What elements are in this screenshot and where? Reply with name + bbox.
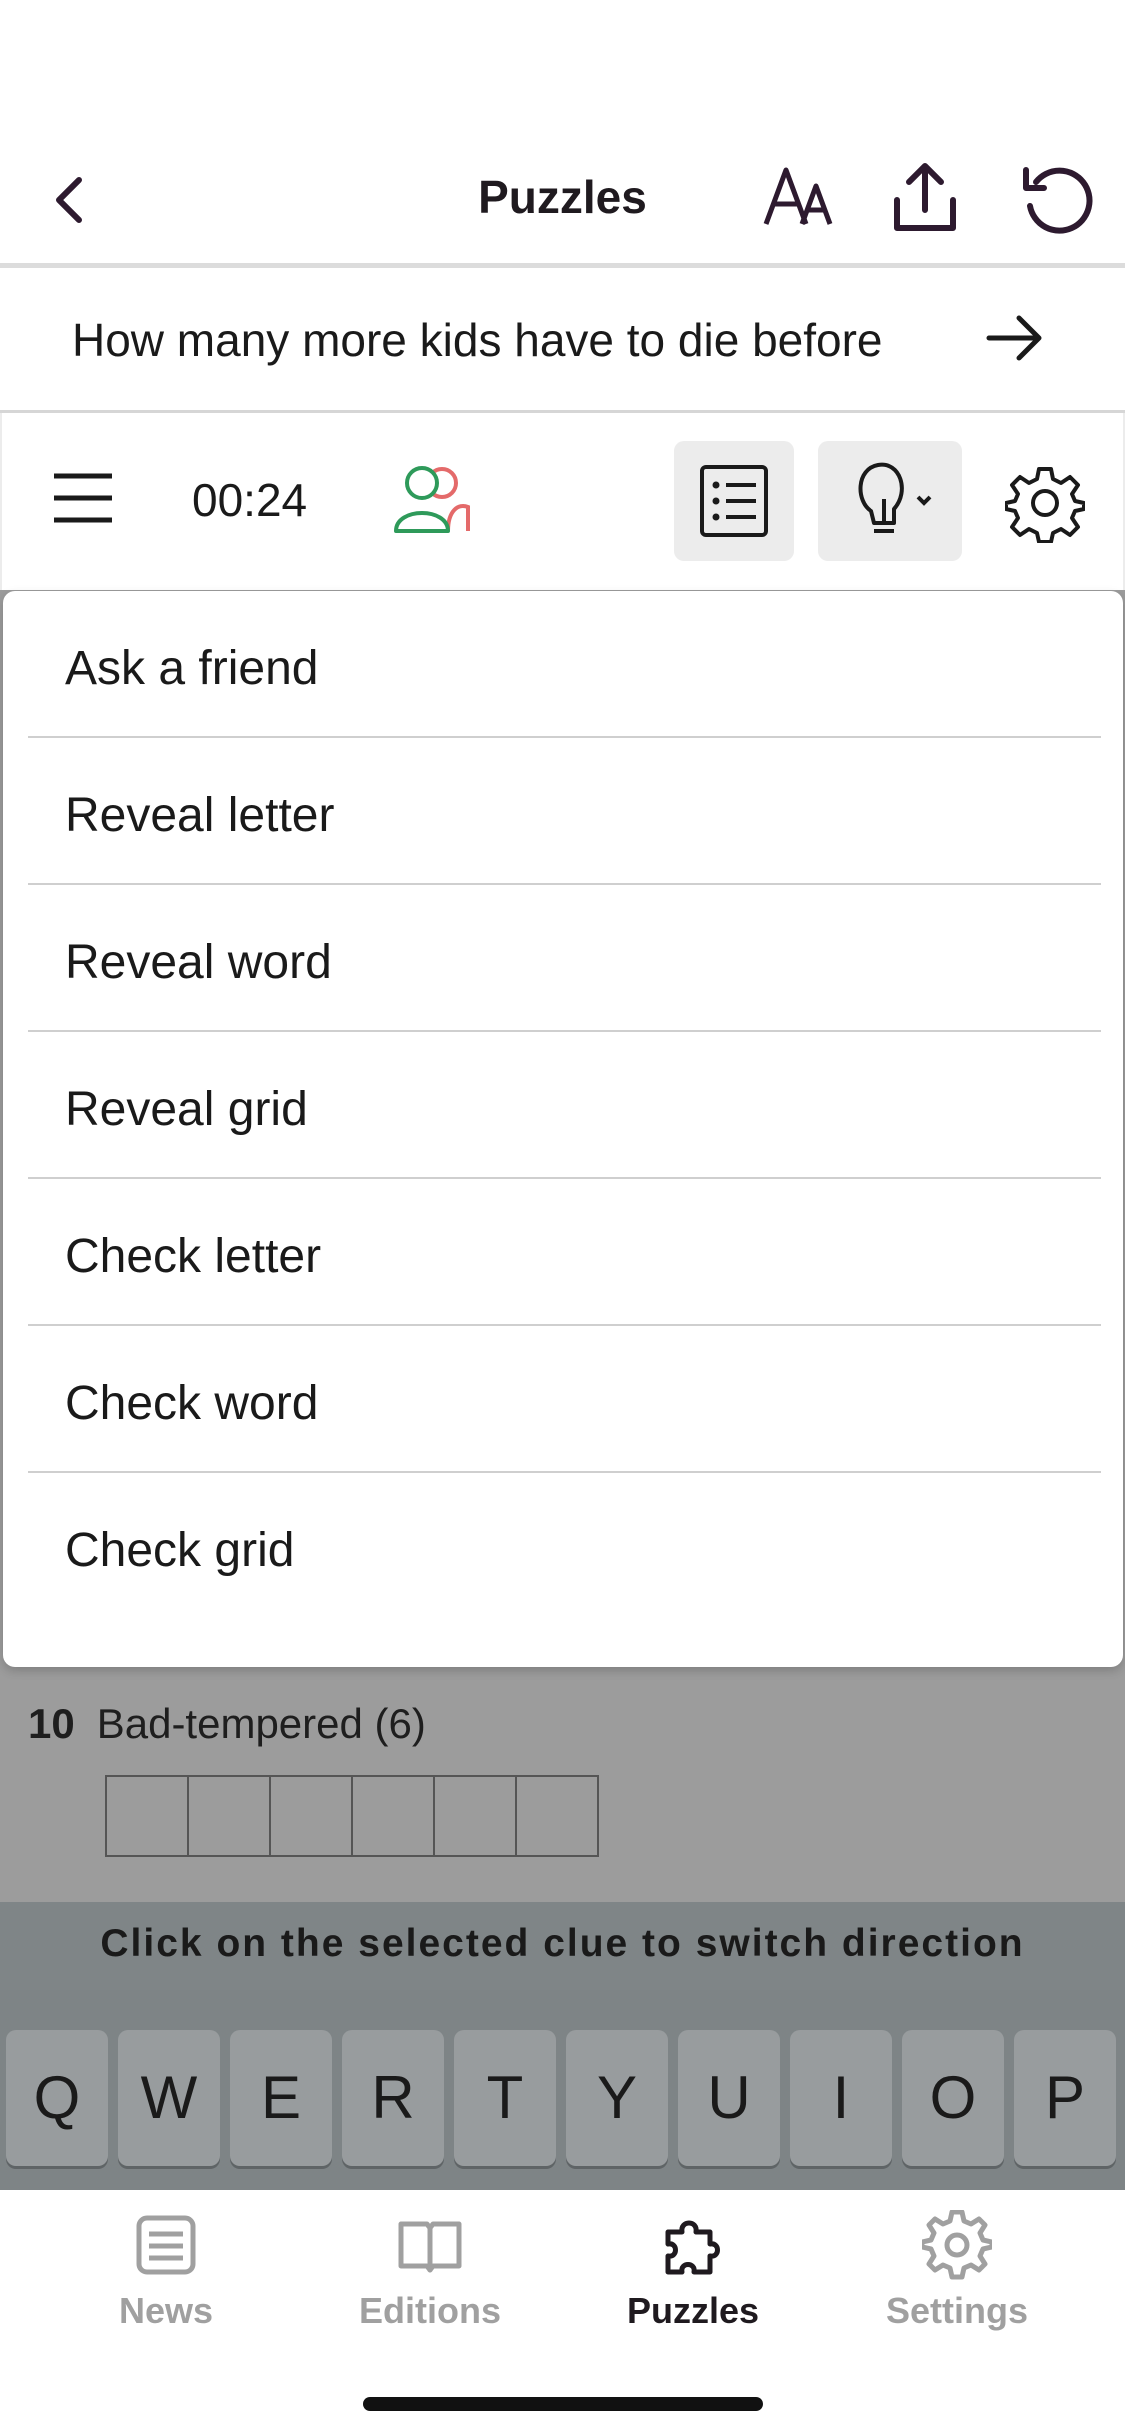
share-icon[interactable] bbox=[885, 160, 965, 240]
menu-item-label: Reveal letter bbox=[65, 789, 335, 842]
menu-item-label: Ask a friend bbox=[65, 642, 319, 695]
key-q[interactable]: Q bbox=[6, 2030, 108, 2166]
hint-lightbulb-icon bbox=[858, 462, 932, 533]
clue-number: 10 bbox=[28, 1700, 75, 1747]
key-e[interactable]: E bbox=[230, 2030, 332, 2166]
keyboard: Q W E R T Y U I O P bbox=[0, 1990, 1125, 2190]
tab-news[interactable]: News bbox=[46, 2210, 286, 2350]
clue-text: Bad-tempered (6) bbox=[96, 1700, 426, 1747]
headline-banner[interactable]: How many more kids have to die before bbox=[0, 268, 1125, 412]
key-p[interactable]: P bbox=[1014, 2030, 1116, 2166]
key-y[interactable]: Y bbox=[566, 2030, 668, 2166]
tab-label: Settings bbox=[885, 2290, 1028, 2331]
answer-cell[interactable] bbox=[105, 1775, 189, 1857]
key-i[interactable]: I bbox=[790, 2030, 892, 2166]
answer-cell[interactable] bbox=[433, 1775, 517, 1857]
answer-cell[interactable] bbox=[351, 1775, 435, 1857]
answer-cell[interactable] bbox=[269, 1775, 353, 1857]
menu-item-reveal-letter[interactable]: Reveal letter bbox=[28, 738, 1101, 885]
text-size-icon[interactable] bbox=[760, 160, 840, 240]
tab-label: Editions bbox=[359, 2290, 501, 2331]
menu-item-check-grid[interactable]: Check grid bbox=[28, 1473, 1101, 1620]
key-o[interactable]: O bbox=[902, 2030, 1004, 2166]
tab-puzzles[interactable]: Puzzles bbox=[573, 2210, 813, 2350]
reset-icon[interactable] bbox=[1018, 160, 1098, 240]
top-header: Puzzles bbox=[0, 130, 1125, 265]
current-clue[interactable]: 10 Bad-tempered (6) bbox=[28, 1700, 426, 1748]
news-icon bbox=[136, 2215, 196, 2275]
tab-settings[interactable]: Settings bbox=[837, 2210, 1077, 2350]
menu-item-reveal-grid[interactable]: Reveal grid bbox=[28, 1032, 1101, 1179]
clue-list-button[interactable] bbox=[674, 441, 794, 561]
friends-icon[interactable] bbox=[392, 463, 472, 535]
menu-icon[interactable] bbox=[52, 468, 114, 528]
clue-list-icon bbox=[700, 465, 768, 537]
tab-editions[interactable]: Editions bbox=[310, 2210, 550, 2350]
switch-direction-bar: Click on the selected clue to switch dir… bbox=[0, 1902, 1125, 1990]
menu-item-reveal-word[interactable]: Reveal word bbox=[28, 885, 1101, 1032]
hint-button[interactable] bbox=[818, 441, 962, 561]
tab-label: News bbox=[118, 2290, 214, 2331]
answer-cell[interactable] bbox=[515, 1775, 599, 1857]
menu-item-label: Check letter bbox=[65, 1230, 322, 1283]
gear-icon[interactable] bbox=[1005, 463, 1085, 543]
key-u[interactable]: U bbox=[678, 2030, 780, 2166]
switch-direction-hint: Click on the selected clue to switch dir… bbox=[100, 1922, 1025, 1965]
puzzle-toolbar: 00:24 bbox=[0, 413, 1125, 590]
menu-item-label: Reveal grid bbox=[65, 1083, 308, 1136]
arrow-right-icon[interactable] bbox=[985, 308, 1045, 368]
puzzle-timer: 00:24 bbox=[192, 474, 308, 526]
answer-cell[interactable] bbox=[187, 1775, 271, 1857]
menu-item-check-word[interactable]: Check word bbox=[28, 1326, 1101, 1473]
hint-menu: Ask a friend Reveal letter Reveal word R… bbox=[3, 591, 1123, 1667]
banner-text: How many more kids have to die before bbox=[72, 314, 883, 366]
answer-boxes[interactable] bbox=[105, 1775, 599, 1857]
settings-gear-icon bbox=[922, 2210, 992, 2280]
key-w[interactable]: W bbox=[118, 2030, 220, 2166]
menu-item-ask-a-friend[interactable]: Ask a friend bbox=[28, 591, 1101, 738]
home-indicator[interactable] bbox=[363, 2397, 763, 2411]
tab-label: Puzzles bbox=[626, 2290, 760, 2331]
book-icon bbox=[398, 2221, 462, 2273]
key-r[interactable]: R bbox=[342, 2030, 444, 2166]
menu-item-label: Check word bbox=[65, 1377, 319, 1430]
puzzle-icon bbox=[665, 2220, 720, 2275]
key-t[interactable]: T bbox=[454, 2030, 556, 2166]
menu-item-label: Reveal word bbox=[65, 936, 332, 989]
menu-item-check-letter[interactable]: Check letter bbox=[28, 1179, 1101, 1326]
menu-item-label: Check grid bbox=[65, 1524, 295, 1577]
